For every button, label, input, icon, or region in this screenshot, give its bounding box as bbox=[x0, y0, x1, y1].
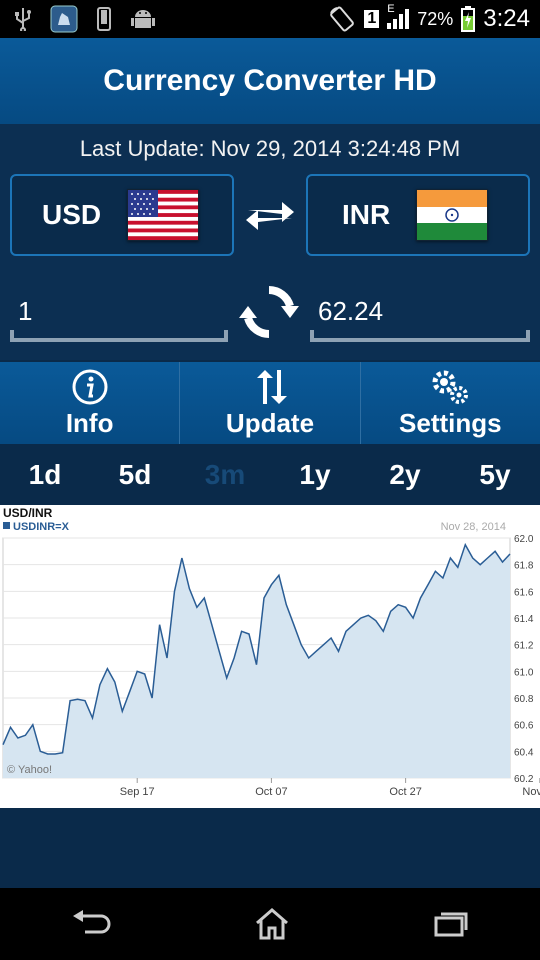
app-notification-icon bbox=[50, 5, 78, 33]
swap-currencies-icon[interactable] bbox=[242, 198, 298, 234]
android-icon bbox=[131, 10, 155, 28]
status-bar: 1 E 72% 3:24 bbox=[0, 0, 540, 38]
refresh-convert-icon[interactable] bbox=[237, 284, 301, 340]
range-1y[interactable]: 1y bbox=[270, 446, 360, 504]
chart-area: USD/INR USDINR=X Nov 28, 2014 © Yahoo! 6… bbox=[0, 505, 540, 808]
to-amount-input[interactable]: 62.24 bbox=[310, 290, 530, 342]
update-label: Update bbox=[225, 407, 315, 438]
india-flag-icon bbox=[416, 189, 489, 241]
update-arrows-icon bbox=[256, 369, 287, 404]
us-flag-icon bbox=[127, 189, 200, 241]
update-button[interactable]: Update bbox=[180, 362, 361, 444]
from-amount-input[interactable]: 1 bbox=[10, 290, 228, 342]
settings-label: Settings bbox=[399, 407, 502, 438]
y-tick-label: 60.2 bbox=[514, 774, 534, 785]
legend-swatch bbox=[3, 522, 10, 529]
legend-label: USDINR=X bbox=[13, 521, 70, 533]
x-tick-label: Nov 14 bbox=[522, 786, 540, 798]
y-tick-label: 60.6 bbox=[514, 721, 534, 732]
rotation-icon bbox=[330, 6, 355, 32]
navigation-bar bbox=[0, 888, 540, 960]
usb-icon bbox=[15, 8, 31, 31]
app-title: Currency Converter HD bbox=[103, 64, 437, 97]
chart-title: USD/INR bbox=[3, 506, 53, 520]
y-tick-label: 60.4 bbox=[514, 747, 534, 758]
usd-inr-chart: USD/INR USDINR=X Nov 28, 2014 © Yahoo! 6… bbox=[2, 506, 540, 798]
range-selector: 1d 5d 3m 1y 2y 5y bbox=[0, 446, 540, 504]
home-icon[interactable] bbox=[254, 907, 290, 941]
range-5d[interactable]: 5d bbox=[90, 446, 180, 504]
app-bar: Currency Converter HD bbox=[0, 38, 540, 124]
gears-icon bbox=[432, 370, 469, 404]
range-1d[interactable]: 1d bbox=[0, 446, 90, 504]
phone-icon bbox=[97, 7, 111, 31]
battery-charging-icon bbox=[461, 6, 476, 32]
settings-button[interactable]: Settings bbox=[361, 362, 540, 444]
back-icon[interactable] bbox=[71, 910, 111, 938]
from-currency-code: USD bbox=[42, 199, 102, 230]
y-tick-label: 61.0 bbox=[514, 667, 534, 678]
battery-percent: 72% bbox=[417, 8, 454, 29]
info-button[interactable]: Info bbox=[0, 362, 181, 444]
y-tick-label: 62.0 bbox=[514, 534, 534, 545]
sim-slot-badge: 1 bbox=[364, 10, 380, 28]
chart-credit: © Yahoo! bbox=[7, 764, 52, 776]
to-currency-code: INR bbox=[342, 199, 391, 230]
range-3m[interactable]: 3m bbox=[180, 446, 270, 504]
action-bar: Info Update Settings bbox=[0, 362, 540, 444]
x-tick-label: Oct 27 bbox=[389, 786, 421, 798]
range-5y[interactable]: 5y bbox=[450, 446, 540, 504]
to-amount-value: 62.24 bbox=[318, 296, 384, 326]
y-tick-label: 61.4 bbox=[514, 614, 534, 625]
info-label: Info bbox=[65, 407, 114, 438]
y-tick-label: 61.2 bbox=[514, 641, 534, 652]
y-tick-label: 60.8 bbox=[514, 694, 534, 705]
y-tick-label: 61.6 bbox=[514, 587, 534, 598]
x-tick-label: Oct 07 bbox=[255, 786, 287, 798]
clock: 3:24 bbox=[483, 5, 530, 32]
chart-date-label: Nov 28, 2014 bbox=[441, 521, 506, 533]
from-currency-selector[interactable]: USD bbox=[10, 174, 234, 256]
signal-icon: E bbox=[387, 3, 410, 29]
recent-apps-icon[interactable] bbox=[433, 910, 469, 938]
range-2y[interactable]: 2y bbox=[360, 446, 450, 504]
y-tick-label: 61.8 bbox=[514, 561, 534, 572]
to-currency-selector[interactable]: INR bbox=[306, 174, 530, 256]
last-update-text: Last Update: Nov 29, 2014 3:24:48 PM bbox=[79, 136, 461, 161]
network-type: E bbox=[387, 3, 395, 15]
from-amount-value: 1 bbox=[18, 296, 33, 326]
info-icon bbox=[72, 369, 108, 404]
x-tick-label: Sep 17 bbox=[120, 786, 155, 798]
